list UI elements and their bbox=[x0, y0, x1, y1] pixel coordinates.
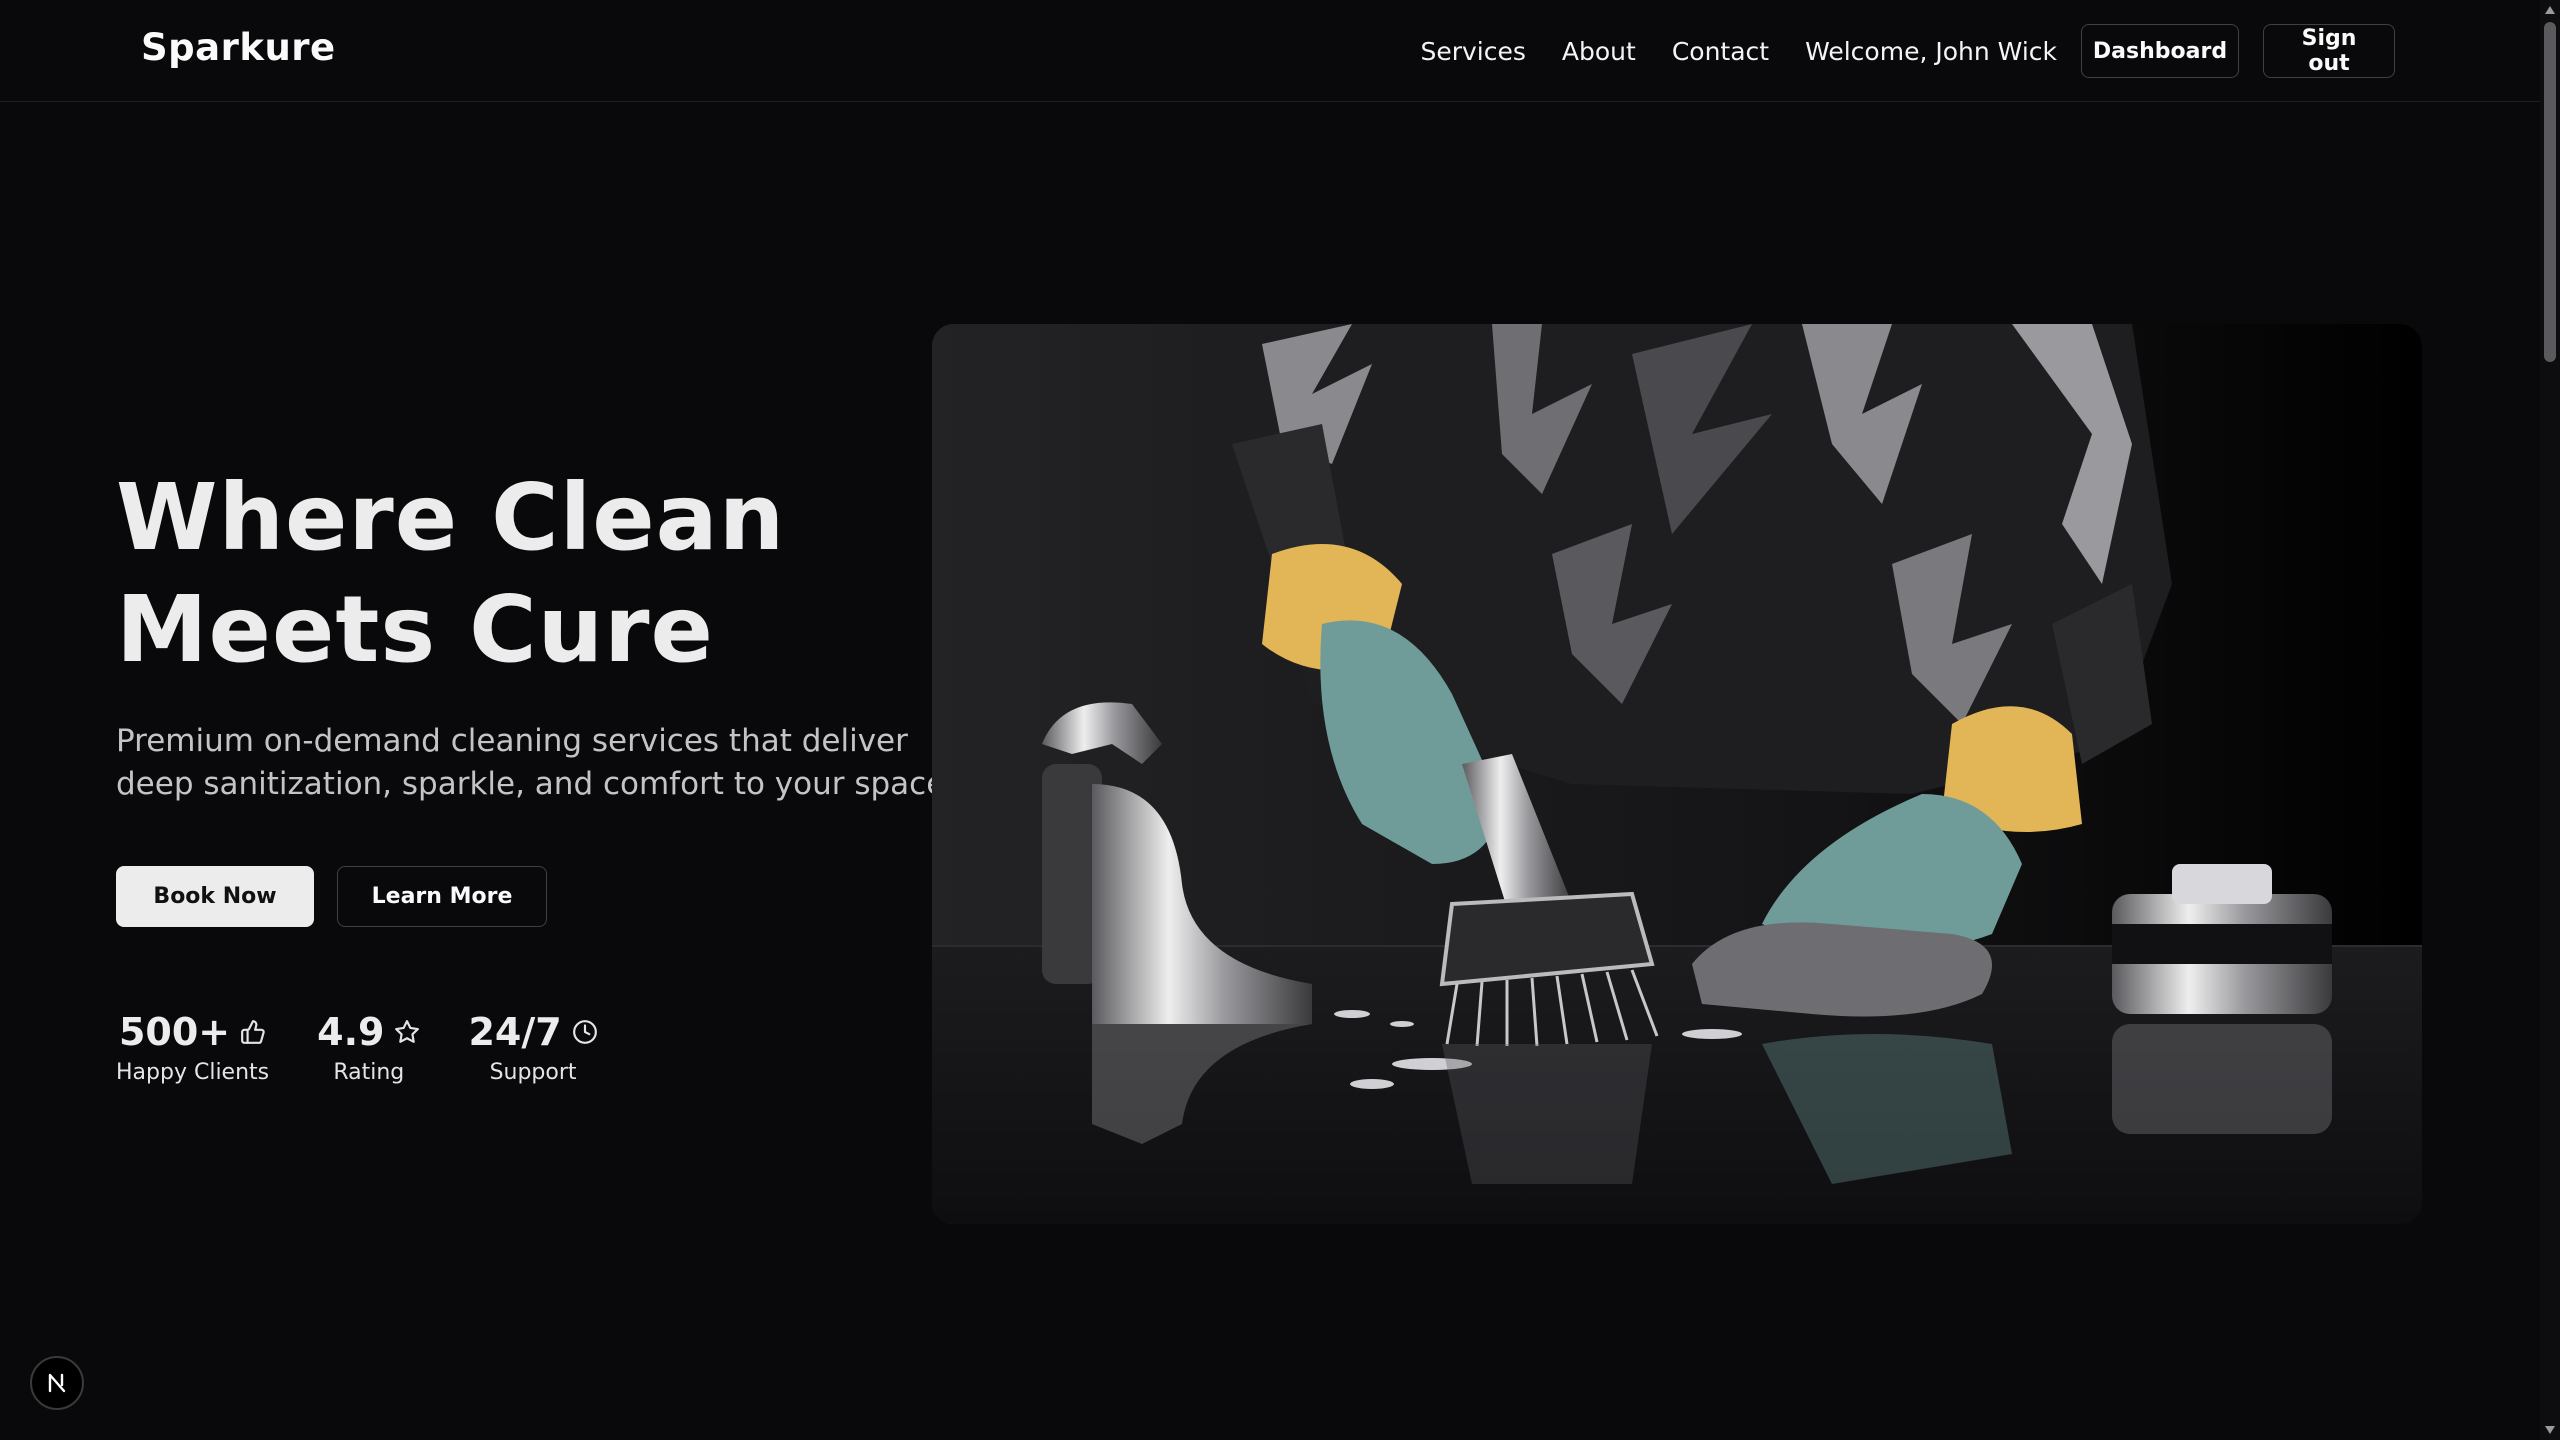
nav-link-about[interactable]: About bbox=[1562, 37, 1636, 66]
sign-out-button[interactable]: Sign out bbox=[2263, 24, 2395, 78]
nextjs-badge[interactable] bbox=[30, 1356, 84, 1410]
scrollbar[interactable] bbox=[2540, 0, 2560, 1440]
book-now-button[interactable]: Book Now bbox=[116, 866, 314, 927]
stat-label: Happy Clients bbox=[116, 1060, 270, 1085]
stat-value: 24/7 bbox=[468, 1010, 562, 1054]
stat-happy-clients: 500+ Happy Clients bbox=[116, 1010, 269, 1085]
hero-title-line: Meets Cure bbox=[116, 576, 714, 683]
stat-rating: 4.9 Rating bbox=[317, 1010, 420, 1085]
stat-label: Support bbox=[489, 1060, 577, 1085]
dashboard-button[interactable]: Dashboard bbox=[2081, 24, 2239, 78]
learn-more-button[interactable]: Learn More bbox=[337, 866, 547, 927]
n-logo-icon bbox=[48, 1373, 66, 1393]
stat-value: 4.9 bbox=[317, 1010, 385, 1054]
page: Sparkure Services About Contact Welcome,… bbox=[0, 0, 2560, 1440]
hero-subtitle: Premium on-demand cleaning services that… bbox=[116, 720, 956, 806]
stat-label: Rating bbox=[333, 1060, 405, 1085]
brand-logo[interactable]: Sparkure bbox=[141, 26, 336, 69]
nav-link-services[interactable]: Services bbox=[1420, 37, 1525, 66]
hero-title-line: Where Clean bbox=[116, 464, 786, 571]
star-icon bbox=[395, 1020, 420, 1043]
hero-illustration bbox=[932, 324, 2422, 1224]
stats-row: 500+ Happy Clients 4.9 Rating 24/7 Suppo… bbox=[116, 1010, 598, 1085]
stat-value: 500+ bbox=[118, 1010, 231, 1054]
stat-support: 24/7 Support bbox=[468, 1010, 597, 1085]
scroll-thumb[interactable] bbox=[2544, 22, 2556, 362]
hero-title: Where Clean Meets Cure bbox=[116, 462, 916, 686]
hero-subtitle-line: Premium on-demand cleaning services that… bbox=[116, 723, 908, 759]
main-nav: Services About Contact Welcome, John Wic… bbox=[1420, 24, 2395, 78]
cleaning-illustration bbox=[932, 324, 2422, 1224]
scroll-down-arrow-icon[interactable] bbox=[2542, 1422, 2558, 1438]
thumbs-up-icon bbox=[241, 1020, 265, 1044]
welcome-text: Welcome, John Wick bbox=[1805, 36, 2057, 66]
clock-icon bbox=[572, 1020, 597, 1044]
site-header: Sparkure Services About Contact Welcome,… bbox=[0, 0, 2540, 102]
scroll-up-arrow-icon[interactable] bbox=[2542, 2, 2558, 18]
nav-link-contact[interactable]: Contact bbox=[1672, 37, 1769, 66]
hero-subtitle-line: deep sanitization, sparkle, and comfort … bbox=[116, 766, 956, 802]
